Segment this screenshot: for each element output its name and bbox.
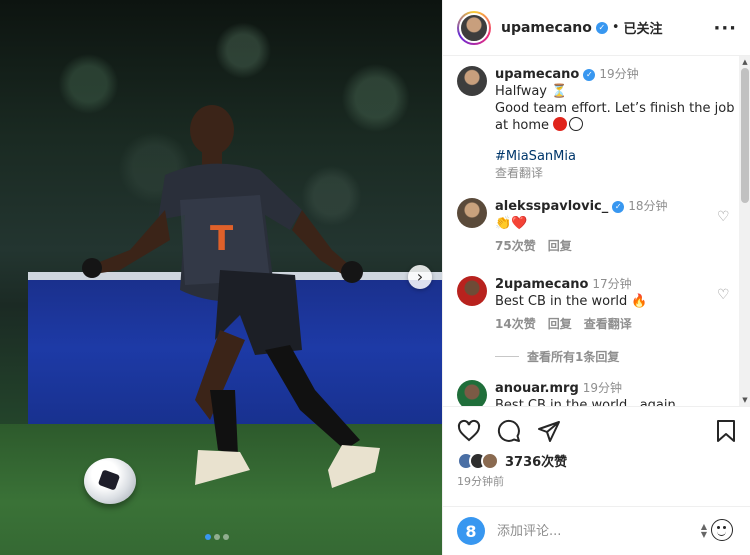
bookmark-icon[interactable] bbox=[715, 419, 737, 443]
comment-item: aleksspavlovic_ ✓ 18分钟 👏❤️ 75次赞 回复 ♡ bbox=[457, 198, 737, 255]
add-comment-bar: 8 ▲▼ bbox=[443, 506, 750, 555]
author-avatar-ring[interactable] bbox=[457, 10, 491, 45]
avatar[interactable] bbox=[457, 66, 487, 96]
emoji-icon[interactable] bbox=[711, 519, 733, 541]
comment-time: 19分钟 bbox=[582, 381, 623, 395]
comment-text: Best CB in the world 🔥 bbox=[495, 294, 648, 309]
post-sidebar: upamecano ✓ • 已关注 ··· upamecano ✓ 19分钟 Hal… bbox=[442, 0, 750, 555]
follow-status-button[interactable]: 已关注 bbox=[624, 18, 663, 37]
next-slide-button[interactable]: › bbox=[408, 265, 432, 289]
post-timestamp: 19分钟前 bbox=[457, 475, 504, 488]
see-translation-link[interactable]: 查看翻译 bbox=[584, 317, 632, 331]
comment-username[interactable]: anouar.mrg bbox=[495, 381, 579, 396]
avatar[interactable] bbox=[457, 276, 487, 306]
view-replies-button[interactable]: 查看所有1条回复 bbox=[495, 348, 619, 365]
comment-input[interactable] bbox=[497, 523, 677, 539]
comment-username[interactable]: 2upamecano bbox=[495, 277, 588, 292]
scrollbar-thumb[interactable] bbox=[741, 68, 749, 203]
avatar[interactable] bbox=[457, 198, 487, 228]
avatar bbox=[459, 12, 489, 43]
caption-line-2: Good team effort. Let’s finish the job a… bbox=[495, 101, 735, 133]
verified-icon: ✓ bbox=[583, 69, 596, 81]
comment-text: Best CB in the world , again 🍋 bbox=[495, 398, 676, 406]
post-header: upamecano ✓ • 已关注 ··· bbox=[443, 0, 750, 56]
match-ball bbox=[84, 458, 136, 504]
carousel-dot bbox=[205, 534, 211, 540]
post-caption: upamecano ✓ 19分钟 Halfway ⏳ Good team effor… bbox=[457, 66, 737, 182]
comment-like-heart-icon[interactable]: ♡ bbox=[717, 210, 731, 224]
notification-badge[interactable]: 8 bbox=[457, 517, 485, 545]
carousel-dot bbox=[214, 534, 220, 540]
author-username[interactable]: upamecano bbox=[501, 20, 592, 36]
see-translation-link[interactable]: 查看翻译 bbox=[495, 165, 735, 182]
input-spinner-icon[interactable]: ▲ ▼ bbox=[701, 523, 707, 539]
comment-username[interactable]: aleksspavlovic_ bbox=[495, 199, 608, 214]
caption-line-1: Halfway ⏳ bbox=[495, 84, 568, 99]
white-circle-icon bbox=[569, 117, 584, 131]
comment-item: anouar.mrg 19分钟 Best CB in the world , ag… bbox=[457, 380, 737, 406]
chevron-right-icon: › bbox=[416, 267, 424, 286]
comment-icon[interactable] bbox=[497, 419, 521, 443]
verified-icon: ✓ bbox=[612, 201, 625, 213]
verified-icon: ✓ bbox=[595, 21, 608, 34]
likes-count[interactable]: 3736次赞 bbox=[505, 451, 567, 470]
comment-like-heart-icon[interactable]: ♡ bbox=[717, 288, 731, 302]
football-player: T bbox=[82, 105, 380, 488]
scrollbar[interactable]: ▲ ▼ bbox=[739, 56, 750, 406]
heart-icon[interactable] bbox=[457, 419, 481, 443]
dot-separator: • bbox=[611, 20, 620, 35]
caption-username[interactable]: upamecano bbox=[495, 67, 579, 82]
avatar[interactable] bbox=[457, 380, 487, 406]
reply-button[interactable]: 回复 bbox=[548, 239, 572, 253]
scroll-down-arrow-icon[interactable]: ▼ bbox=[741, 396, 749, 404]
hashtag-link[interactable]: #MiaSanMia bbox=[495, 148, 735, 165]
post-actions: 3736次赞 19分钟前 bbox=[443, 406, 750, 506]
red-circle-icon bbox=[553, 117, 568, 131]
carousel-indicator bbox=[205, 534, 229, 540]
scroll-up-arrow-icon[interactable]: ▲ bbox=[741, 58, 749, 66]
carousel-dot bbox=[223, 534, 229, 540]
comment-likes[interactable]: 75次赞 bbox=[495, 239, 536, 253]
svg-text:T: T bbox=[210, 219, 234, 259]
paper-plane-icon[interactable] bbox=[537, 419, 561, 443]
post-photo: T › bbox=[0, 0, 442, 555]
comment-time: 17分钟 bbox=[592, 277, 632, 291]
comments-scroll-area[interactable]: upamecano ✓ 19分钟 Halfway ⏳ Good team effor… bbox=[443, 56, 739, 406]
likes-summary[interactable]: 3736次赞 bbox=[457, 451, 567, 470]
more-options-icon[interactable]: ··· bbox=[713, 18, 737, 39]
instagram-post-modal: T › upamecano ✓ • 已关注 ··· upamecano ✓ 19… bbox=[0, 0, 750, 555]
comment-text: 👏❤️ bbox=[495, 216, 528, 231]
liker-avatar bbox=[481, 451, 499, 470]
comment-item: 2upamecano 17分钟 Best CB in the world 🔥 14… bbox=[457, 276, 737, 333]
reply-button[interactable]: 回复 bbox=[548, 317, 572, 331]
caption-time: 19分钟 bbox=[599, 67, 639, 81]
comment-time: 18分钟 bbox=[628, 199, 668, 213]
comment-likes[interactable]: 14次赞 bbox=[495, 317, 536, 331]
